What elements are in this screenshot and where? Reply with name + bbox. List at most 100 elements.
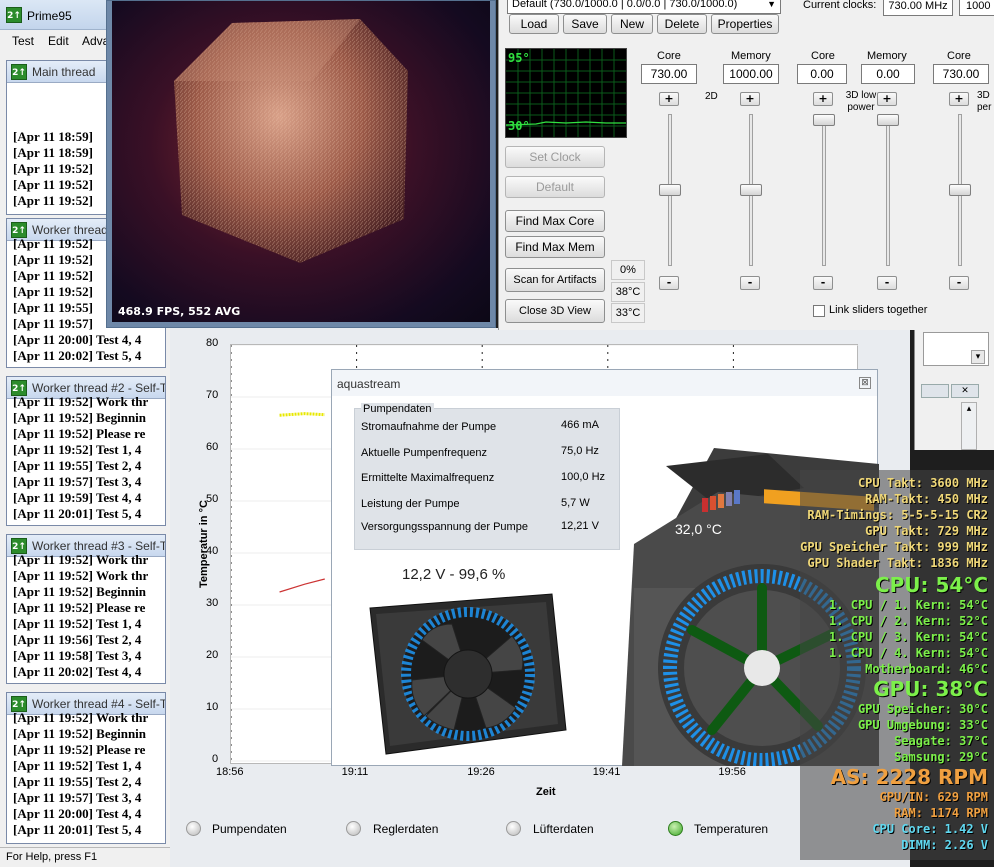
osd-line: RAM: 1174 RPM (894, 806, 988, 820)
memory-low-slider-thumb[interactable] (877, 114, 899, 126)
log-line: [Apr 11 19:52] Work thr (13, 710, 149, 725)
y-tick-label: 30 (206, 597, 219, 609)
core-3d-plus-button[interactable]: + (949, 92, 969, 106)
monitor-min: 30° (508, 119, 530, 133)
set-clock-button[interactable]: Set Clock (505, 146, 605, 168)
core-3d-slider-thumb[interactable] (949, 184, 971, 196)
osd-line: 1. CPU / 3. Kern: 54°C (829, 630, 988, 644)
memory-low-input[interactable]: 0.00 (861, 64, 915, 84)
tab-pumpendaten-check-icon[interactable] (186, 821, 201, 836)
osd-line: Samsung: 29°C (894, 750, 988, 764)
save-button[interactable]: Save (563, 14, 607, 34)
x-tick-label: 19:11 (341, 766, 369, 778)
log-line: [Apr 11 19:52] (13, 193, 93, 208)
scroll-up-icon[interactable]: ▴ (961, 402, 977, 450)
osd-line: GPU Shader Takt: 1836 MHz (807, 556, 988, 570)
osd-line: GPU Umgebung: 33°C (857, 718, 988, 732)
memory-2d-plus-button[interactable]: + (740, 92, 760, 106)
prime95-statusbar: For Help, press F1 (0, 847, 172, 867)
worker-thread-4-caption: Worker thread #4 - Self-T (32, 697, 166, 711)
log-line: [Apr 11 19:52] Please re (13, 600, 146, 615)
partial-window-right: ▾ ✕ ▴ (914, 330, 994, 450)
mode-3d-extra: per (977, 102, 992, 113)
pump-label: Ermittelte Maximalfrequenz (361, 472, 495, 484)
close-icon[interactable]: ✕ (951, 384, 979, 398)
osd-line: 1. CPU / 1. Kern: 54°C (829, 598, 988, 612)
menu-edit[interactable]: Edit (48, 34, 69, 48)
y-tick-label: 60 (206, 441, 219, 453)
memory-low-plus-button[interactable]: + (877, 92, 897, 106)
core-low-slider-track[interactable] (822, 114, 826, 266)
close-icon[interactable]: ⊠ (859, 377, 871, 389)
pump-value: 5,7 W (561, 497, 590, 509)
new-button[interactable]: New (611, 14, 653, 34)
memory-low-minus-button[interactable]: - (877, 276, 897, 290)
load-button[interactable]: Load (509, 14, 559, 34)
pump-value: 466 mA (561, 419, 599, 431)
core-2d-input[interactable]: 730.00 (641, 64, 697, 84)
tab-luefterdaten[interactable]: Lüfterdaten (533, 822, 594, 836)
log-line: [Apr 11 19:55] Test 2, 4 (13, 774, 142, 789)
core-low-input[interactable]: 0.00 (797, 64, 847, 84)
furmark-3d-window: 468.9 FPS, 552 AVG (106, 0, 496, 328)
default-button[interactable]: Default (505, 176, 605, 198)
memory-2d-slider-thumb[interactable] (740, 184, 762, 196)
core-2d-minus-button[interactable]: - (659, 276, 679, 290)
mode-3d-label: 3D (977, 90, 990, 101)
osd-line: 1. CPU / 4. Kern: 54°C (829, 646, 988, 660)
main-thread-caption: Main thread (32, 65, 96, 79)
x-tick-label: 18:56 (216, 766, 244, 778)
profile-select[interactable]: Default (730.0/1000.0 | 0.0/0.0 | 730.0/… (507, 0, 781, 14)
log-line: [Apr 11 20:00] Test 4, 4 (13, 806, 142, 821)
core-3d-minus-button[interactable]: - (949, 276, 969, 290)
osd-line: GPU/IN: 629 RPM (879, 790, 988, 804)
aquastream-window: aquastream ⊠ Pumpendaten Stromaufnahme d… (331, 369, 879, 766)
main-thread-log: [Apr 11 18:59] [Apr 11 18:59] [Apr 11 19… (13, 129, 93, 209)
aquastream-titlebar[interactable]: aquastream ⊠ (332, 370, 877, 396)
pump-value: 100,0 Hz (561, 471, 606, 483)
delete-button[interactable]: Delete (657, 14, 707, 34)
memory-2d-minus-button[interactable]: - (740, 276, 760, 290)
worker-thread-3-window[interactable]: 2↑ Worker thread #3 - Self-T [Apr 11 19:… (6, 534, 166, 684)
worker-thread-4-window[interactable]: 2↑ Worker thread #4 - Self-T [Apr 11 19:… (6, 692, 166, 844)
tab-pumpendaten[interactable]: Pumpendaten (212, 822, 287, 836)
find-max-mem-button[interactable]: Find Max Mem (505, 236, 605, 258)
fur-cube (174, 19, 408, 263)
x-tick-label: 19:41 (592, 766, 621, 778)
y-tick-label: 10 (206, 701, 219, 713)
restore-icon[interactable] (921, 384, 949, 398)
log-line: [Apr 11 19:58] Test 3, 4 (13, 648, 142, 663)
core-3d-input[interactable]: 730.00 (933, 64, 989, 84)
core-2d-plus-button[interactable]: + (659, 92, 679, 106)
find-max-core-button[interactable]: Find Max Core (505, 210, 605, 232)
log-line: [Apr 11 20:02] Test 4, 4 (13, 664, 142, 679)
log-line: [Apr 11 19:52] Test 1, 4 (13, 616, 142, 631)
core-low-minus-button[interactable]: - (813, 276, 833, 290)
memory-low-slider-track[interactable] (886, 114, 890, 266)
menu-test[interactable]: Test (12, 34, 34, 48)
log-line: [Apr 11 19:52] Test 1, 4 (13, 442, 142, 457)
tab-temperaturen-check-icon[interactable] (668, 821, 683, 836)
core-low-plus-button[interactable]: + (813, 92, 833, 106)
core-2d-slider-thumb[interactable] (659, 184, 681, 196)
worker-thread-2-window[interactable]: 2↑ Worker thread #2 - Self-T [Apr 11 19:… (6, 376, 166, 526)
memory-2d-input[interactable]: 1000.00 (723, 64, 779, 84)
scroll-down-icon[interactable]: ▾ (971, 350, 985, 364)
worker-thread-4-log: [Apr 11 19:52] Work thr [Apr 11 19:52] B… (13, 710, 148, 838)
osd-line: GPU Speicher: 30°C (857, 702, 988, 716)
properties-button[interactable]: Properties (711, 14, 779, 34)
tab-luefterdaten-check-icon[interactable] (506, 821, 521, 836)
scan-artifacts-button[interactable]: Scan for Artifacts (505, 268, 605, 292)
tab-reglerdaten[interactable]: Reglerdaten (373, 822, 438, 836)
tab-temperaturen[interactable]: Temperaturen (694, 822, 768, 836)
core-low-slider-thumb[interactable] (813, 114, 835, 126)
current-clocks-mem: 1000 (959, 0, 994, 16)
close-3d-view-button[interactable]: Close 3D View (505, 299, 605, 323)
current-clocks-label: Current clocks: (803, 0, 877, 11)
fan-label: 12,2 V - 99,6 % (402, 566, 506, 583)
link-sliders-label: Link sliders together (829, 304, 928, 316)
tab-reglerdaten-check-icon[interactable] (346, 821, 361, 836)
link-sliders-checkbox[interactable] (813, 305, 825, 317)
log-line: [Apr 11 19:52] Beginnin (13, 584, 147, 599)
pump-label: Versorgungsspannung der Pumpe (361, 521, 528, 533)
